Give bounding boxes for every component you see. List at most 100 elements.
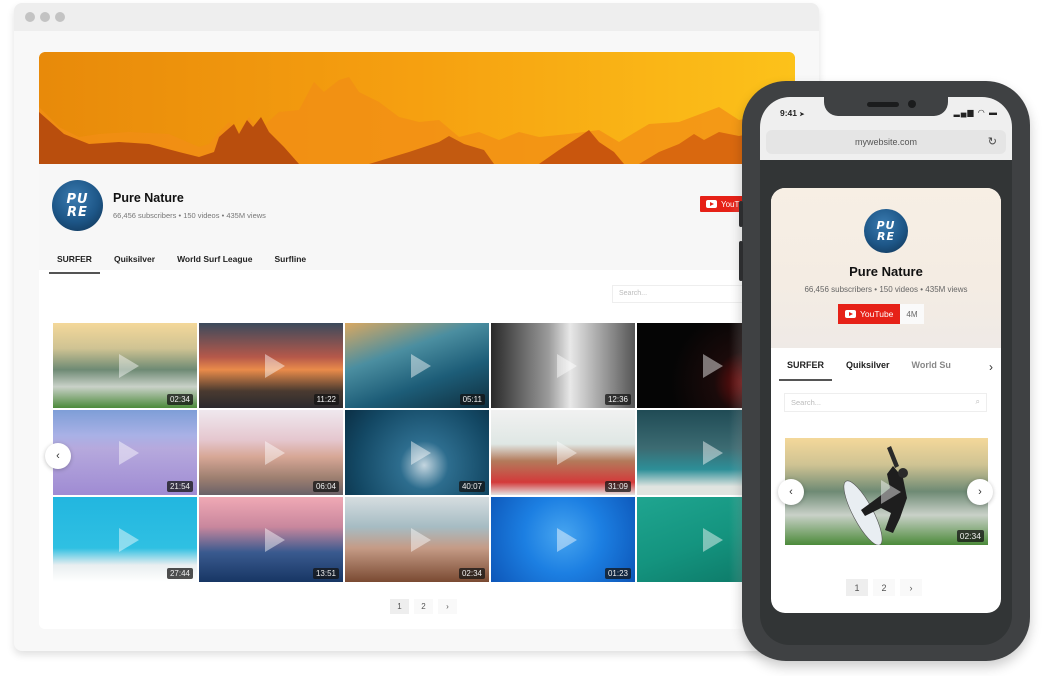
chevron-right-icon: › — [978, 486, 982, 498]
window-minimize-dot[interactable] — [40, 12, 50, 22]
phone-notch — [824, 97, 948, 116]
mobile-next-button[interactable]: › — [967, 479, 993, 505]
video-thumbnail[interactable]: 02:34 — [345, 497, 489, 582]
subscriber-count: 66,456 subscribers — [804, 285, 873, 294]
play-icon — [703, 353, 723, 378]
video-duration: 11:22 — [313, 394, 339, 405]
video-grid: 02:34 11:22 05:11 12:36 21:54 06:04 40:07 31:09… — [53, 323, 781, 582]
stage: PU RE Pure Nature 66,456 subscribers • 1… — [0, 0, 1050, 676]
tab-world-surf-league[interactable]: World Surf League — [169, 248, 260, 274]
play-icon — [411, 527, 431, 552]
phone-screen: 9:41 ➤ ▂▄▆ ◠ ▬ mywebsite.com ↻ PU RE Pur… — [760, 97, 1012, 645]
play-icon — [119, 440, 139, 465]
video-thumbnail[interactable]: 11:22 — [199, 323, 343, 408]
chevron-left-icon: ‹ — [789, 486, 793, 498]
mobile-prev-button[interactable]: ‹ — [778, 479, 804, 505]
next-page-button[interactable]: › — [900, 579, 922, 596]
video-duration: 01:23 — [604, 568, 631, 579]
phone-mockup: 9:41 ➤ ▂▄▆ ◠ ▬ mywebsite.com ↻ PU RE Pur… — [739, 81, 1030, 661]
play-icon — [265, 353, 285, 378]
window-close-dot[interactable] — [25, 12, 35, 22]
video-thumbnail[interactable]: 01:23 — [491, 497, 635, 582]
youtube-icon — [845, 310, 856, 318]
tab-world-surf-league[interactable]: World Su — [904, 354, 959, 381]
youtube-icon — [706, 200, 717, 208]
play-icon — [703, 527, 723, 552]
url-field[interactable]: mywebsite.com ↻ — [766, 130, 1006, 154]
channel-name: Pure Nature — [113, 191, 184, 205]
video-thumbnail[interactable]: 27:44 — [53, 497, 197, 582]
url-text: mywebsite.com — [854, 137, 917, 147]
search-placeholder: Search... — [791, 398, 822, 407]
desktop-browser-window: PU RE Pure Nature 66,456 subscribers • 1… — [14, 3, 819, 651]
video-count: 150 videos — [879, 285, 919, 294]
page-1-button[interactable]: 1 — [390, 599, 409, 614]
video-duration: 12:36 — [604, 394, 631, 405]
video-thumbnail[interactable]: 06:04 — [199, 410, 343, 495]
video-duration: 02:34 — [166, 394, 193, 405]
view-count: 435M views — [925, 285, 968, 294]
video-thumbnail[interactable]: 21:54 — [53, 410, 197, 495]
play-icon — [557, 440, 577, 465]
browser-title-bar — [14, 3, 819, 31]
chevron-left-icon: ‹ — [56, 450, 60, 462]
channel-stats: 66,456 subscribers • 150 videos • 435M v… — [113, 211, 266, 220]
channel-logo[interactable]: PU RE — [52, 180, 103, 231]
mobile-search-input[interactable]: Search... ⌕ — [784, 393, 987, 412]
tab-quiksilver[interactable]: Quiksilver — [838, 354, 898, 381]
tab-surfer[interactable]: SURFER — [49, 248, 100, 274]
play-icon — [703, 440, 723, 465]
playlist-tabs: SURFER Quiksilver World Surf League Surf… — [49, 248, 320, 274]
video-duration: 40:07 — [458, 481, 485, 492]
tab-surfer[interactable]: SURFER — [779, 354, 833, 381]
mobile-playlist-tabs: SURFER Quiksilver World Su — [779, 354, 965, 381]
search-icon: ⌕ — [975, 397, 980, 406]
video-thumbnail[interactable]: 31:09 — [491, 410, 635, 495]
mobile-address-bar: mywebsite.com ↻ — [760, 127, 1012, 160]
video-duration: 13:51 — [312, 568, 339, 579]
window-maximize-dot[interactable] — [55, 12, 65, 22]
video-thumbnail[interactable]: 40:07 — [345, 410, 489, 495]
next-page-button[interactable]: › — [438, 599, 457, 614]
page-1-button[interactable]: 1 — [846, 579, 868, 596]
video-thumbnail[interactable]: 12:36 — [491, 323, 635, 408]
subscriber-count-badge: 4M — [900, 304, 924, 324]
status-time: 9:41 ➤ — [780, 108, 805, 118]
tabs-scroll-right-icon[interactable]: › — [989, 360, 993, 374]
logo-text-top: PU — [66, 191, 89, 207]
page-2-button[interactable]: 2 — [873, 579, 895, 596]
signal-wifi-battery-icons: ▂▄▆ ◠ ▬ — [953, 108, 998, 117]
tab-quiksilver[interactable]: Quiksilver — [106, 248, 163, 274]
location-arrow-icon: ➤ — [799, 112, 805, 118]
video-duration: 06:04 — [312, 481, 339, 492]
youtube-subscribe-button[interactable]: YouTube — [838, 304, 901, 324]
reload-icon[interactable]: ↻ — [988, 135, 997, 148]
video-duration: 02:34 — [458, 568, 485, 579]
video-duration: 21:54 — [166, 481, 193, 492]
video-thumbnail[interactable]: 13:51 — [199, 497, 343, 582]
subscriber-count: 66,456 subscribers — [113, 211, 177, 220]
mobile-channel-name: Pure Nature — [849, 264, 923, 279]
mobile-channel-logo[interactable]: PU RE — [864, 209, 908, 253]
mobile-featured-video[interactable]: 02:34 — [785, 438, 988, 545]
video-duration: 05:11 — [459, 394, 485, 405]
speaker-grille — [867, 102, 899, 107]
play-icon — [557, 527, 577, 552]
grid-prev-button[interactable]: ‹ — [45, 443, 71, 469]
video-thumbnail[interactable]: 02:34 — [53, 323, 197, 408]
phone-volume-up-button — [739, 201, 743, 227]
mobile-channel-stats: 66,456 subscribers • 150 videos • 435M v… — [771, 285, 1001, 294]
play-icon — [265, 527, 285, 552]
video-thumbnail[interactable]: 05:11 — [345, 323, 489, 408]
channel-banner — [39, 52, 795, 164]
pagination: 1 2 › — [390, 599, 457, 614]
mobile-channel-widget: PU RE Pure Nature 66,456 subscribers • 1… — [771, 188, 1001, 613]
page-2-button[interactable]: 2 — [414, 599, 433, 614]
mountain-banner-image — [39, 52, 795, 164]
tab-surfline[interactable]: Surfline — [266, 248, 314, 274]
play-icon — [411, 353, 431, 378]
mobile-youtube-subscribe: YouTube 4M — [838, 304, 924, 324]
channel-widget: PU RE Pure Nature 66,456 subscribers • 1… — [39, 52, 795, 629]
separator: • — [874, 285, 878, 294]
front-camera — [908, 100, 916, 108]
